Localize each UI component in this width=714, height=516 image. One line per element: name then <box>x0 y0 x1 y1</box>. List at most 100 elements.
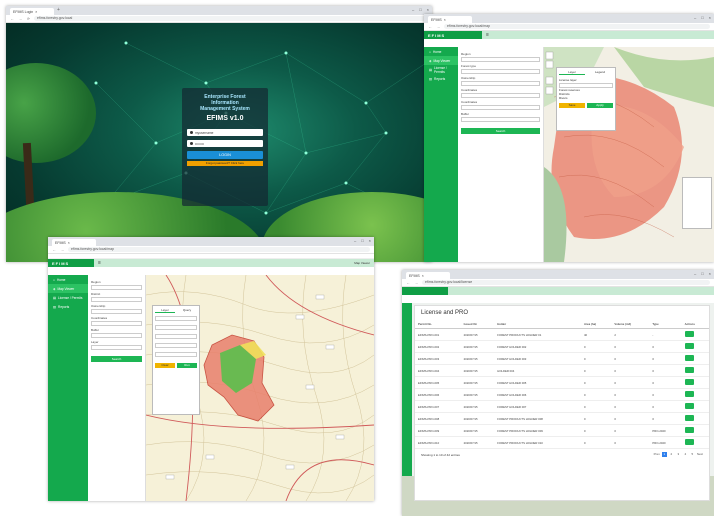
view-button[interactable] <box>684 391 694 397</box>
search-button[interactable]: Search <box>91 356 142 362</box>
column-header[interactable]: Type <box>649 320 682 329</box>
column-header[interactable]: Holder <box>494 320 581 329</box>
page-2[interactable]: 2 <box>669 452 674 457</box>
ownership-select[interactable] <box>461 81 540 86</box>
minimize-icon[interactable]: – <box>694 15 696 20</box>
browser-tab[interactable]: EFIMS Login × <box>10 8 54 15</box>
view-button[interactable] <box>684 379 694 385</box>
buffer-input[interactable] <box>461 117 540 122</box>
sidebar-item-reports[interactable]: ▥ Reports <box>424 74 458 83</box>
minimize-icon[interactable]: – <box>354 238 356 243</box>
close-window-icon[interactable]: × <box>709 271 711 276</box>
maximize-icon[interactable]: □ <box>361 238 363 243</box>
browser-tab[interactable]: EFIMS × <box>428 16 472 23</box>
close-icon[interactable]: × <box>422 274 424 278</box>
view-button[interactable] <box>684 343 694 349</box>
page-5[interactable]: 5 <box>690 452 695 457</box>
close-window-icon[interactable]: × <box>369 238 371 243</box>
new-tab-icon[interactable]: + <box>57 8 63 14</box>
forest-type-select[interactable] <box>461 69 540 74</box>
view-button[interactable] <box>684 367 694 373</box>
page-prev[interactable]: Prev <box>654 452 660 457</box>
popup-input[interactable] <box>155 343 197 348</box>
minimize-icon[interactable]: – <box>412 7 414 12</box>
map-canvas[interactable]: Layer Query Clear Run <box>146 275 374 501</box>
region-select[interactable] <box>461 57 540 62</box>
district-select[interactable] <box>91 297 142 302</box>
close-window-icon[interactable]: × <box>709 15 711 20</box>
page-next[interactable]: Next <box>697 452 703 457</box>
view-button[interactable] <box>684 403 694 409</box>
save-button[interactable]: Save <box>559 103 585 108</box>
browser-tab[interactable]: EFIMS × <box>406 272 450 279</box>
view-button[interactable] <box>684 331 694 337</box>
close-icon[interactable]: × <box>35 10 37 14</box>
browser-tab[interactable]: EFIMS × <box>52 239 96 246</box>
column-header[interactable]: Issued On <box>460 320 495 329</box>
tab-layer[interactable]: Layer <box>559 70 585 75</box>
back-icon[interactable]: ← <box>10 17 15 21</box>
popup-input[interactable] <box>155 352 197 357</box>
minimize-icon[interactable]: – <box>694 271 696 276</box>
maximize-icon[interactable]: □ <box>701 15 703 20</box>
password-field[interactable]: •••••••• <box>187 140 263 147</box>
view-button[interactable] <box>684 415 694 421</box>
coordinates-input[interactable] <box>91 321 142 326</box>
maximize-icon[interactable]: □ <box>701 271 703 276</box>
url-input[interactable]: efims.forestry.gov.local/map <box>444 24 710 29</box>
run-button[interactable]: Run <box>177 363 197 368</box>
forward-icon[interactable]: → <box>436 25 441 29</box>
menu-icon[interactable]: ≡ <box>486 32 489 38</box>
close-icon[interactable]: × <box>68 241 70 245</box>
map-canvas[interactable]: Layer Legend License layer Forest reserv… <box>544 47 714 262</box>
page-1[interactable]: 1 <box>661 452 667 457</box>
forward-icon[interactable]: → <box>18 17 23 21</box>
popup-input[interactable] <box>155 325 197 330</box>
url-input[interactable]: efims.forestry.gov.local/license <box>422 280 710 285</box>
sidebar-item-home[interactable]: ⌂ Home <box>48 275 88 284</box>
sidebar-item-home[interactable]: ⌂ Home <box>424 47 458 56</box>
coordinates-input-2[interactable] <box>461 105 540 110</box>
maximize-icon[interactable]: □ <box>419 7 421 12</box>
close-icon[interactable]: × <box>444 18 446 22</box>
sidebar-item-map[interactable]: ◈ Map Viewer <box>424 56 458 65</box>
layer-select[interactable] <box>91 345 142 350</box>
popup-input[interactable] <box>155 316 197 321</box>
username-field[interactable]: myusername <box>187 129 263 136</box>
coordinates-input[interactable] <box>461 93 540 98</box>
forgot-password-link[interactable]: Forgot password? Click here <box>187 161 263 166</box>
clear-button[interactable]: Clear <box>155 363 175 368</box>
sidebar-item-license[interactable]: ▤ License / Permits <box>48 293 88 302</box>
page-4[interactable]: 4 <box>683 452 688 457</box>
view-button[interactable] <box>684 427 694 433</box>
apply-button[interactable]: Apply <box>587 103 613 108</box>
back-icon[interactable]: ← <box>52 248 57 252</box>
login-button[interactable]: LOGIN <box>187 151 263 159</box>
column-header[interactable]: Volume (m3) <box>611 320 650 329</box>
tab-legend[interactable]: Legend <box>587 70 613 75</box>
column-header[interactable]: Area (ha) <box>580 320 612 329</box>
back-icon[interactable]: ← <box>428 25 433 29</box>
ownership-select[interactable] <box>91 309 142 314</box>
url-input[interactable]: efims.forestry.gov.local <box>34 16 428 21</box>
popup-input[interactable] <box>155 334 197 339</box>
close-window-icon[interactable]: × <box>427 7 429 12</box>
back-icon[interactable]: ← <box>406 281 411 285</box>
view-button[interactable] <box>684 439 694 445</box>
url-input[interactable]: efims.forestry.gov.local/map <box>68 247 370 252</box>
sidebar-item-reports[interactable]: ▥ Reports <box>48 302 88 311</box>
forward-icon[interactable]: → <box>414 281 419 285</box>
tab-query[interactable]: Query <box>177 308 197 313</box>
region-select[interactable] <box>91 285 142 290</box>
sidebar-item-license[interactable]: ▤ License / Permits <box>424 65 458 74</box>
search-button[interactable]: Search <box>461 128 540 134</box>
page-3[interactable]: 3 <box>676 452 681 457</box>
column-header[interactable]: Permit No. <box>415 320 461 329</box>
tab-layer[interactable]: Layer <box>155 308 175 313</box>
forward-icon[interactable]: → <box>60 248 65 252</box>
menu-icon[interactable]: ≡ <box>98 260 101 266</box>
reload-icon[interactable]: ⟳ <box>26 17 31 21</box>
buffer-input[interactable] <box>91 333 142 338</box>
sidebar-item-map[interactable]: ◈ Map Viewer <box>48 284 88 293</box>
view-button[interactable] <box>684 355 694 361</box>
